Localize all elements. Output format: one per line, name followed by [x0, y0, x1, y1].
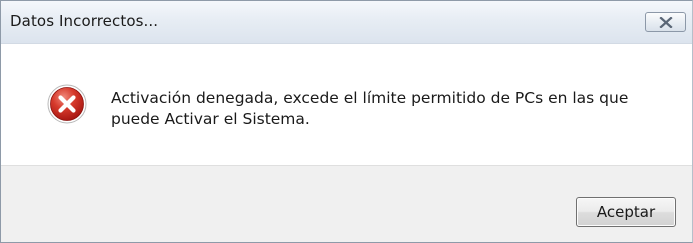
window-title: Datos Incorrectos...	[10, 12, 159, 30]
accept-button[interactable]: Aceptar	[576, 197, 676, 227]
close-button[interactable]	[645, 12, 686, 32]
dialog-body: Activación denegada, excede el límite pe…	[1, 44, 692, 165]
title-bar[interactable]: Datos Incorrectos...	[1, 1, 692, 44]
error-icon	[47, 84, 87, 124]
close-icon	[659, 17, 673, 28]
error-message: Activación denegada, excede el límite pe…	[111, 89, 629, 128]
message-dialog: Datos Incorrectos... Activación denegada…	[0, 0, 693, 243]
dialog-footer: Aceptar	[1, 165, 692, 242]
